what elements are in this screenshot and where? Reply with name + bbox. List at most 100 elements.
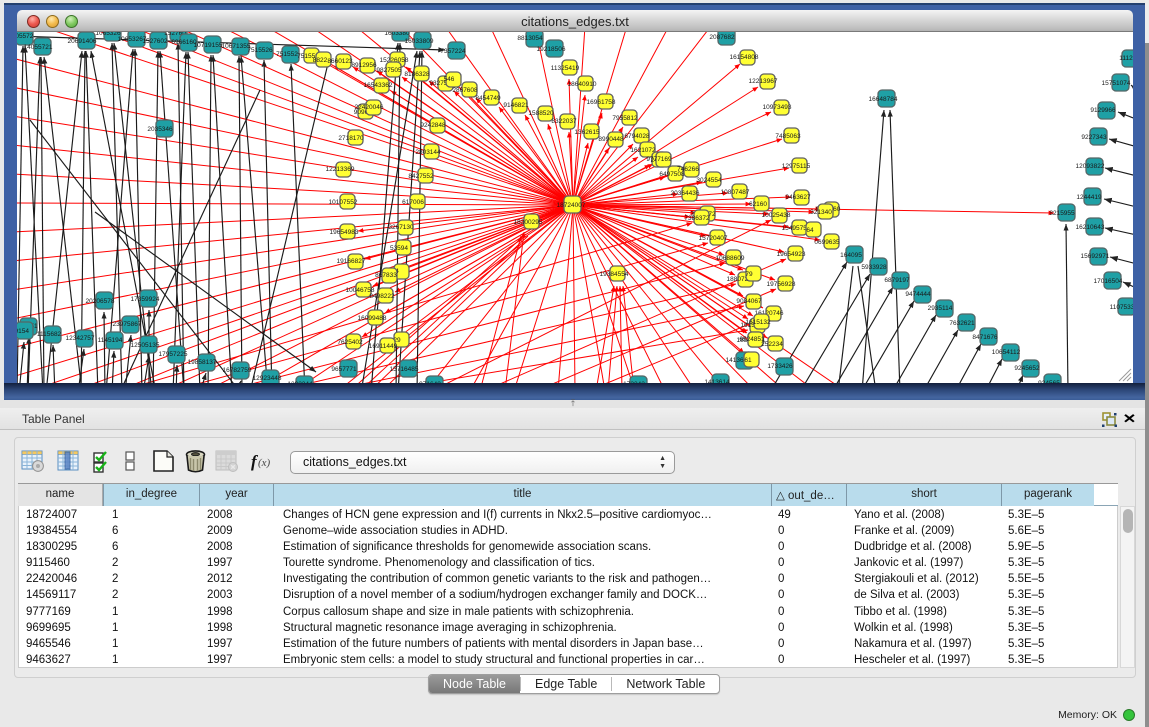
svg-text:9657771: 9657771 — [331, 366, 357, 373]
svg-text:19218506: 19218506 — [537, 46, 566, 53]
svg-text:20364436: 20364436 — [671, 190, 700, 197]
svg-text:16543362: 16543362 — [364, 82, 393, 89]
svg-text:8990448: 8990448 — [598, 136, 624, 143]
svg-text:79: 79 — [745, 271, 753, 278]
svg-text:16961758: 16961758 — [587, 99, 616, 106]
svg-text:16911449: 16911449 — [369, 343, 398, 350]
svg-text:11325419: 11325419 — [551, 65, 580, 72]
svg-text:7955812: 7955812 — [612, 115, 638, 122]
svg-text:12975115: 12975115 — [782, 163, 811, 170]
svg-text:1603380: 1603380 — [384, 32, 410, 37]
svg-text:19166827: 19166827 — [337, 258, 366, 265]
svg-text:546: 546 — [444, 76, 455, 83]
svg-text:1145194: 1145194 — [98, 337, 123, 344]
svg-text:(x): (x) — [258, 457, 271, 469]
svg-text:2035346: 2035346 — [147, 126, 173, 133]
svg-text:7515526: 7515526 — [247, 47, 273, 54]
svg-text:3267130: 3267130 — [388, 224, 414, 231]
svg-text:19654923: 19654923 — [777, 251, 806, 258]
svg-text:9777169: 9777169 — [646, 156, 672, 163]
svg-text:2867608: 2867608 — [452, 87, 478, 94]
svg-text:252234: 252234 — [761, 341, 783, 348]
svg-text:9463627: 9463627 — [785, 194, 811, 201]
svg-text:3024554: 3024554 — [696, 177, 722, 184]
svg-text:9474444: 9474444 — [905, 291, 931, 298]
svg-text:867833: 867833 — [375, 272, 397, 279]
svg-text:18300295: 18300295 — [514, 219, 543, 226]
svg-text:1615132: 1615132 — [745, 319, 771, 326]
svg-text:1105572: 1105572 — [17, 33, 34, 40]
svg-text:12342757: 12342757 — [66, 335, 95, 342]
svg-text:8660123: 8660123 — [327, 58, 353, 65]
svg-text:1527602: 1527602 — [142, 38, 168, 45]
svg-text:16782759: 16782759 — [223, 367, 252, 374]
svg-text:19384554: 19384554 — [600, 271, 629, 278]
svg-text:9242848: 9242848 — [420, 122, 446, 129]
svg-text:23975867: 23975867 — [113, 321, 142, 328]
svg-text:20691406: 20691406 — [68, 38, 97, 45]
svg-text:19756928: 19756928 — [767, 281, 796, 288]
svg-text:2087682: 2087682 — [709, 34, 735, 41]
svg-text:1107533: 1107533 — [1110, 304, 1133, 311]
svg-text:14055721: 14055721 — [24, 44, 53, 51]
svg-text:7485063: 7485063 — [775, 133, 801, 140]
svg-text:53594: 53594 — [390, 245, 408, 252]
svg-text:18724007: 18724007 — [557, 202, 586, 209]
svg-text:7386372: 7386372 — [684, 215, 710, 222]
svg-text:751552: 751552 — [276, 51, 298, 58]
svg-text:1733426: 1733426 — [767, 363, 793, 370]
svg-text:16154808: 16154808 — [730, 54, 759, 61]
svg-text:9129966: 9129966 — [1090, 107, 1116, 114]
svg-text:12213369: 12213369 — [326, 166, 355, 173]
svg-text:1115682: 1115682 — [37, 331, 62, 338]
svg-text:5933928: 5933928 — [861, 264, 887, 271]
svg-text:10025438: 10025438 — [762, 212, 791, 219]
svg-text:1588520: 1588520 — [528, 110, 554, 117]
svg-text:17957225: 17957225 — [159, 351, 188, 358]
svg-text:16099488: 16099488 — [358, 315, 387, 322]
svg-text:10973493: 10973493 — [763, 104, 792, 111]
svg-text:8822: 8822 — [313, 57, 328, 64]
svg-text:16648784: 16648784 — [869, 96, 898, 103]
svg-text:1362615: 1362615 — [574, 129, 600, 136]
svg-text:8912956: 8912956 — [351, 62, 377, 69]
svg-text:64: 64 — [806, 227, 814, 234]
svg-text:746266: 746266 — [677, 166, 699, 173]
svg-text:9245652: 9245652 — [1014, 365, 1040, 372]
svg-text:7625402: 7625402 — [337, 339, 363, 346]
svg-text:20206578: 20206578 — [86, 298, 115, 305]
svg-text:17359924: 17359924 — [131, 296, 160, 303]
svg-text:2718170: 2718170 — [338, 135, 364, 142]
svg-text:15716485: 15716485 — [390, 366, 419, 373]
svg-text:16033809: 16033809 — [405, 38, 434, 45]
svg-text:12213967: 12213967 — [749, 78, 778, 85]
svg-text:7632621: 7632621 — [949, 320, 975, 327]
svg-text:2935114: 2935114 — [928, 305, 953, 312]
svg-text:12093822: 12093822 — [1076, 163, 1105, 170]
svg-text:10654112: 10654112 — [992, 349, 1021, 356]
svg-text:1112: 1112 — [1119, 55, 1133, 62]
svg-text:19858137: 19858137 — [188, 359, 217, 366]
svg-text:6879197: 6879197 — [884, 277, 910, 284]
svg-text:8471676: 8471676 — [972, 334, 998, 341]
svg-text:2803144: 2803144 — [415, 149, 441, 156]
svg-text:8427552: 8427552 — [408, 173, 434, 180]
svg-text:62160: 62160 — [749, 201, 767, 208]
svg-text:15751074: 15751074 — [1102, 80, 1131, 87]
svg-text:10107552: 10107552 — [329, 199, 358, 206]
svg-text:22420046: 22420046 — [355, 104, 384, 111]
svg-text:10688609: 10688609 — [716, 255, 745, 262]
svg-text:1244419: 1244419 — [1076, 194, 1102, 201]
svg-text:0699635: 0699635 — [814, 239, 840, 246]
svg-text:9084067: 9084067 — [736, 298, 762, 305]
svg-text:18640910: 18640910 — [568, 81, 597, 88]
svg-text:12923448: 12923448 — [253, 375, 282, 382]
svg-text:10719155: 10719155 — [194, 42, 223, 49]
svg-text:39154: 39154 — [17, 328, 29, 335]
svg-text:164095: 164095 — [840, 252, 862, 259]
svg-text:9827505: 9827505 — [376, 67, 402, 74]
svg-text:9146821: 9146821 — [503, 102, 529, 109]
svg-text:1621072: 1621072 — [630, 147, 656, 154]
svg-text:17016504: 17016504 — [1094, 278, 1123, 285]
svg-text:8322037: 8322037 — [551, 118, 577, 125]
